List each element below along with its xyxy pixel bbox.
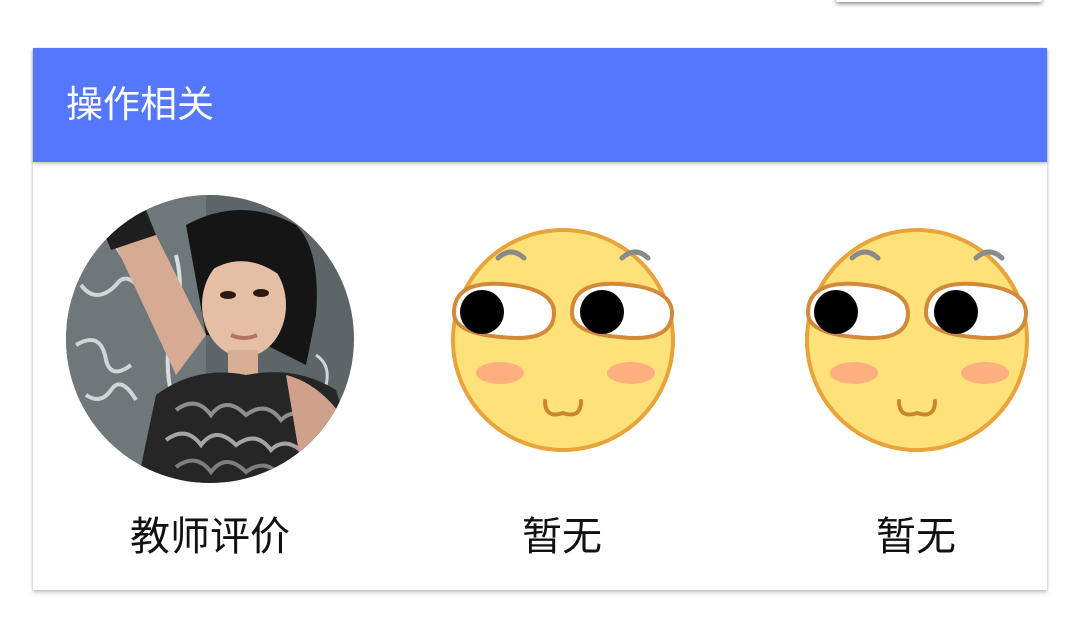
teacher-avatar-photo <box>66 195 354 483</box>
teacher-evaluation-item[interactable]: 教师评价 <box>33 195 354 575</box>
card-title: 操作相关 <box>66 83 214 126</box>
partial-card-edge <box>836 0 1042 2</box>
shy-face-emoji-icon <box>451 228 675 452</box>
shy-face-emoji-icon <box>805 228 1029 452</box>
item-label: 教师评价 <box>130 514 290 560</box>
item-label: 暂无 <box>522 514 602 560</box>
card-header: 操作相关 <box>33 48 1047 162</box>
item-label: 暂无 <box>876 514 956 560</box>
placeholder-item[interactable]: 暂无 <box>410 195 710 575</box>
placeholder-item[interactable]: 暂无 <box>764 195 1064 575</box>
operations-card: 操作相关 教师评价 暂无 暂无 <box>33 48 1047 590</box>
